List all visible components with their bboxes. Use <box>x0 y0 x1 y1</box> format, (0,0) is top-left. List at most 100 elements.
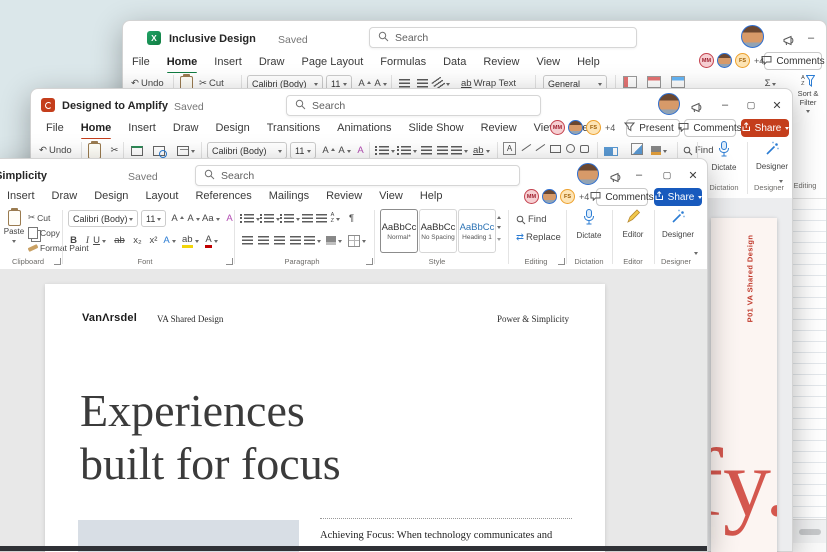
editor-button[interactable]: Editor <box>616 209 650 239</box>
align-left-icon[interactable] <box>240 232 255 249</box>
sort-button[interactable]: AZ <box>328 210 343 227</box>
word-tab-draw[interactable]: Draw <box>51 187 79 205</box>
feedback-megaphone-icon[interactable] <box>783 33 798 51</box>
close-button[interactable]: ✕ <box>685 167 701 183</box>
numbering-button[interactable] <box>397 142 417 159</box>
ppt-font-size-combo[interactable]: 11 <box>290 142 316 159</box>
clear-formatting-button[interactable]: A <box>353 142 368 159</box>
user-avatar[interactable] <box>741 25 764 48</box>
show-paragraph-marks-button[interactable]: ¶ <box>344 210 359 227</box>
excel-tab-file[interactable]: File <box>131 53 151 71</box>
text-box-shape-icon[interactable]: A <box>503 142 516 155</box>
close-button[interactable]: ✕ <box>769 97 785 113</box>
collaborator-avatar[interactable]: MM <box>550 120 565 135</box>
indent-decrease-icon[interactable] <box>419 142 434 159</box>
dictate-button[interactable]: Dictate <box>570 209 608 240</box>
present-button[interactable]: Present <box>626 119 680 137</box>
excel-comments-button[interactable]: Comments <box>764 52 822 70</box>
arrow-shape-icon[interactable] <box>536 144 546 151</box>
word-tab-mailings[interactable]: Mailings <box>268 187 310 205</box>
justify-icon[interactable] <box>288 232 303 249</box>
reuse-slides-icon[interactable] <box>151 142 166 159</box>
strikethrough-button[interactable]: ab <box>112 232 127 249</box>
excel-search-box[interactable]: Search <box>369 27 637 48</box>
new-slide-icon[interactable] <box>129 142 144 159</box>
oval-shape-icon[interactable] <box>566 144 575 153</box>
excel-tab-help[interactable]: Help <box>576 53 601 71</box>
ppt-tab-slide-show[interactable]: Slide Show <box>408 119 465 137</box>
ppt-tab-draw[interactable]: Draw <box>172 119 200 137</box>
replace-button[interactable]: ⇄Replace <box>516 229 561 246</box>
excel-tab-page-layout[interactable]: Page Layout <box>300 53 364 71</box>
text-direction-button[interactable]: ab <box>473 142 490 159</box>
feedback-megaphone-icon[interactable] <box>691 100 706 118</box>
format-as-table-icon[interactable] <box>647 76 661 88</box>
paste-clipboard-icon[interactable] <box>87 142 102 159</box>
designer-button[interactable]: Designer <box>658 209 698 239</box>
clipboard-dialog-launcher-icon[interactable] <box>54 258 61 265</box>
maximize-button[interactable]: ▢ <box>743 97 759 113</box>
ppt-tab-design[interactable]: Design <box>214 119 250 137</box>
ppt-tab-home[interactable]: Home <box>80 119 113 137</box>
excel-tab-data[interactable]: Data <box>442 53 467 71</box>
style-card-normal[interactable]: AaBbCc Normal* <box>380 209 418 253</box>
ppt-tab-transitions[interactable]: Transitions <box>266 119 321 137</box>
grow-font-button[interactable]: A <box>170 210 185 227</box>
excel-tab-formulas[interactable]: Formulas <box>379 53 427 71</box>
excel-tab-draw[interactable]: Draw <box>258 53 286 71</box>
style-card-heading-1[interactable]: AaBbCc Heading 1 <box>458 209 496 253</box>
powerpoint-search-box[interactable]: Search <box>286 95 541 116</box>
shrink-font-button[interactable]: A <box>337 142 352 159</box>
text-effects-button[interactable]: A <box>162 232 177 249</box>
word-tab-references[interactable]: References <box>194 187 252 205</box>
excel-tab-view[interactable]: View <box>535 53 561 71</box>
copy-button[interactable]: Copy <box>28 226 60 239</box>
bullets-button[interactable] <box>240 210 260 227</box>
bold-button[interactable]: B <box>66 232 81 249</box>
underline-button[interactable]: U <box>92 232 107 249</box>
rounded-rect-shape-icon[interactable] <box>580 145 589 153</box>
word-tab-view[interactable]: View <box>378 187 404 205</box>
increase-indent-icon[interactable] <box>314 210 329 227</box>
multilevel-list-button[interactable] <box>280 210 300 227</box>
line-spacing-button[interactable] <box>304 232 321 249</box>
editing-dialog-launcher-icon[interactable] <box>558 258 565 265</box>
collaborators-overflow[interactable]: +4 <box>605 123 615 133</box>
maximize-button[interactable]: ▢ <box>659 167 675 183</box>
excel-tab-insert[interactable]: Insert <box>213 53 243 71</box>
word-tab-review[interactable]: Review <box>325 187 363 205</box>
font-color-button[interactable]: A <box>204 232 219 249</box>
subscript-button[interactable]: x₂ <box>130 232 145 249</box>
shape-fill-button[interactable] <box>651 142 667 159</box>
powerpoint-share-button[interactable]: Share <box>741 119 789 137</box>
collaborators-overflow[interactable]: +4 <box>579 192 589 202</box>
cut-button[interactable]: ✂Cut <box>28 211 50 224</box>
minimize-button[interactable]: – <box>631 167 647 183</box>
word-font-size-combo[interactable]: 11 <box>141 210 166 227</box>
sort-filter-button[interactable]: AZ Sort & Filter <box>791 75 825 115</box>
feedback-megaphone-icon[interactable] <box>610 170 625 188</box>
minimize-button[interactable]: – <box>803 30 819 46</box>
rectangle-shape-icon[interactable] <box>550 145 561 153</box>
collaborator-avatar[interactable] <box>542 189 557 204</box>
powerpoint-comments-button[interactable]: Comments <box>684 119 736 137</box>
ppt-tab-review[interactable]: Review <box>480 119 518 137</box>
ppt-font-name-combo[interactable]: Calibri (Body) <box>207 142 287 159</box>
indent-increase-icon[interactable] <box>435 142 450 159</box>
excel-scrollbar-handle[interactable] <box>799 529 821 535</box>
ppt-tab-file[interactable]: File <box>45 119 65 137</box>
superscript-button[interactable]: x² <box>146 232 161 249</box>
shrink-font-button[interactable]: A <box>186 210 201 227</box>
borders-button[interactable] <box>348 232 366 249</box>
bullets-button[interactable] <box>375 142 395 159</box>
collaborator-avatar[interactable]: FS <box>735 53 750 68</box>
quick-styles-icon[interactable] <box>631 143 643 155</box>
decrease-indent-icon[interactable] <box>300 210 315 227</box>
word-page[interactable]: VanΛrsdel VA Shared Design Power & Simpl… <box>45 284 605 552</box>
collaborator-avatar[interactable]: MM <box>699 53 714 68</box>
excel-tab-home[interactable]: Home <box>166 53 199 71</box>
line-spacing-button[interactable] <box>451 142 468 159</box>
word-tab-design[interactable]: Design <box>93 187 129 205</box>
font-dialog-launcher-icon[interactable] <box>226 258 233 265</box>
collaborator-avatar[interactable]: FS <box>586 120 601 135</box>
